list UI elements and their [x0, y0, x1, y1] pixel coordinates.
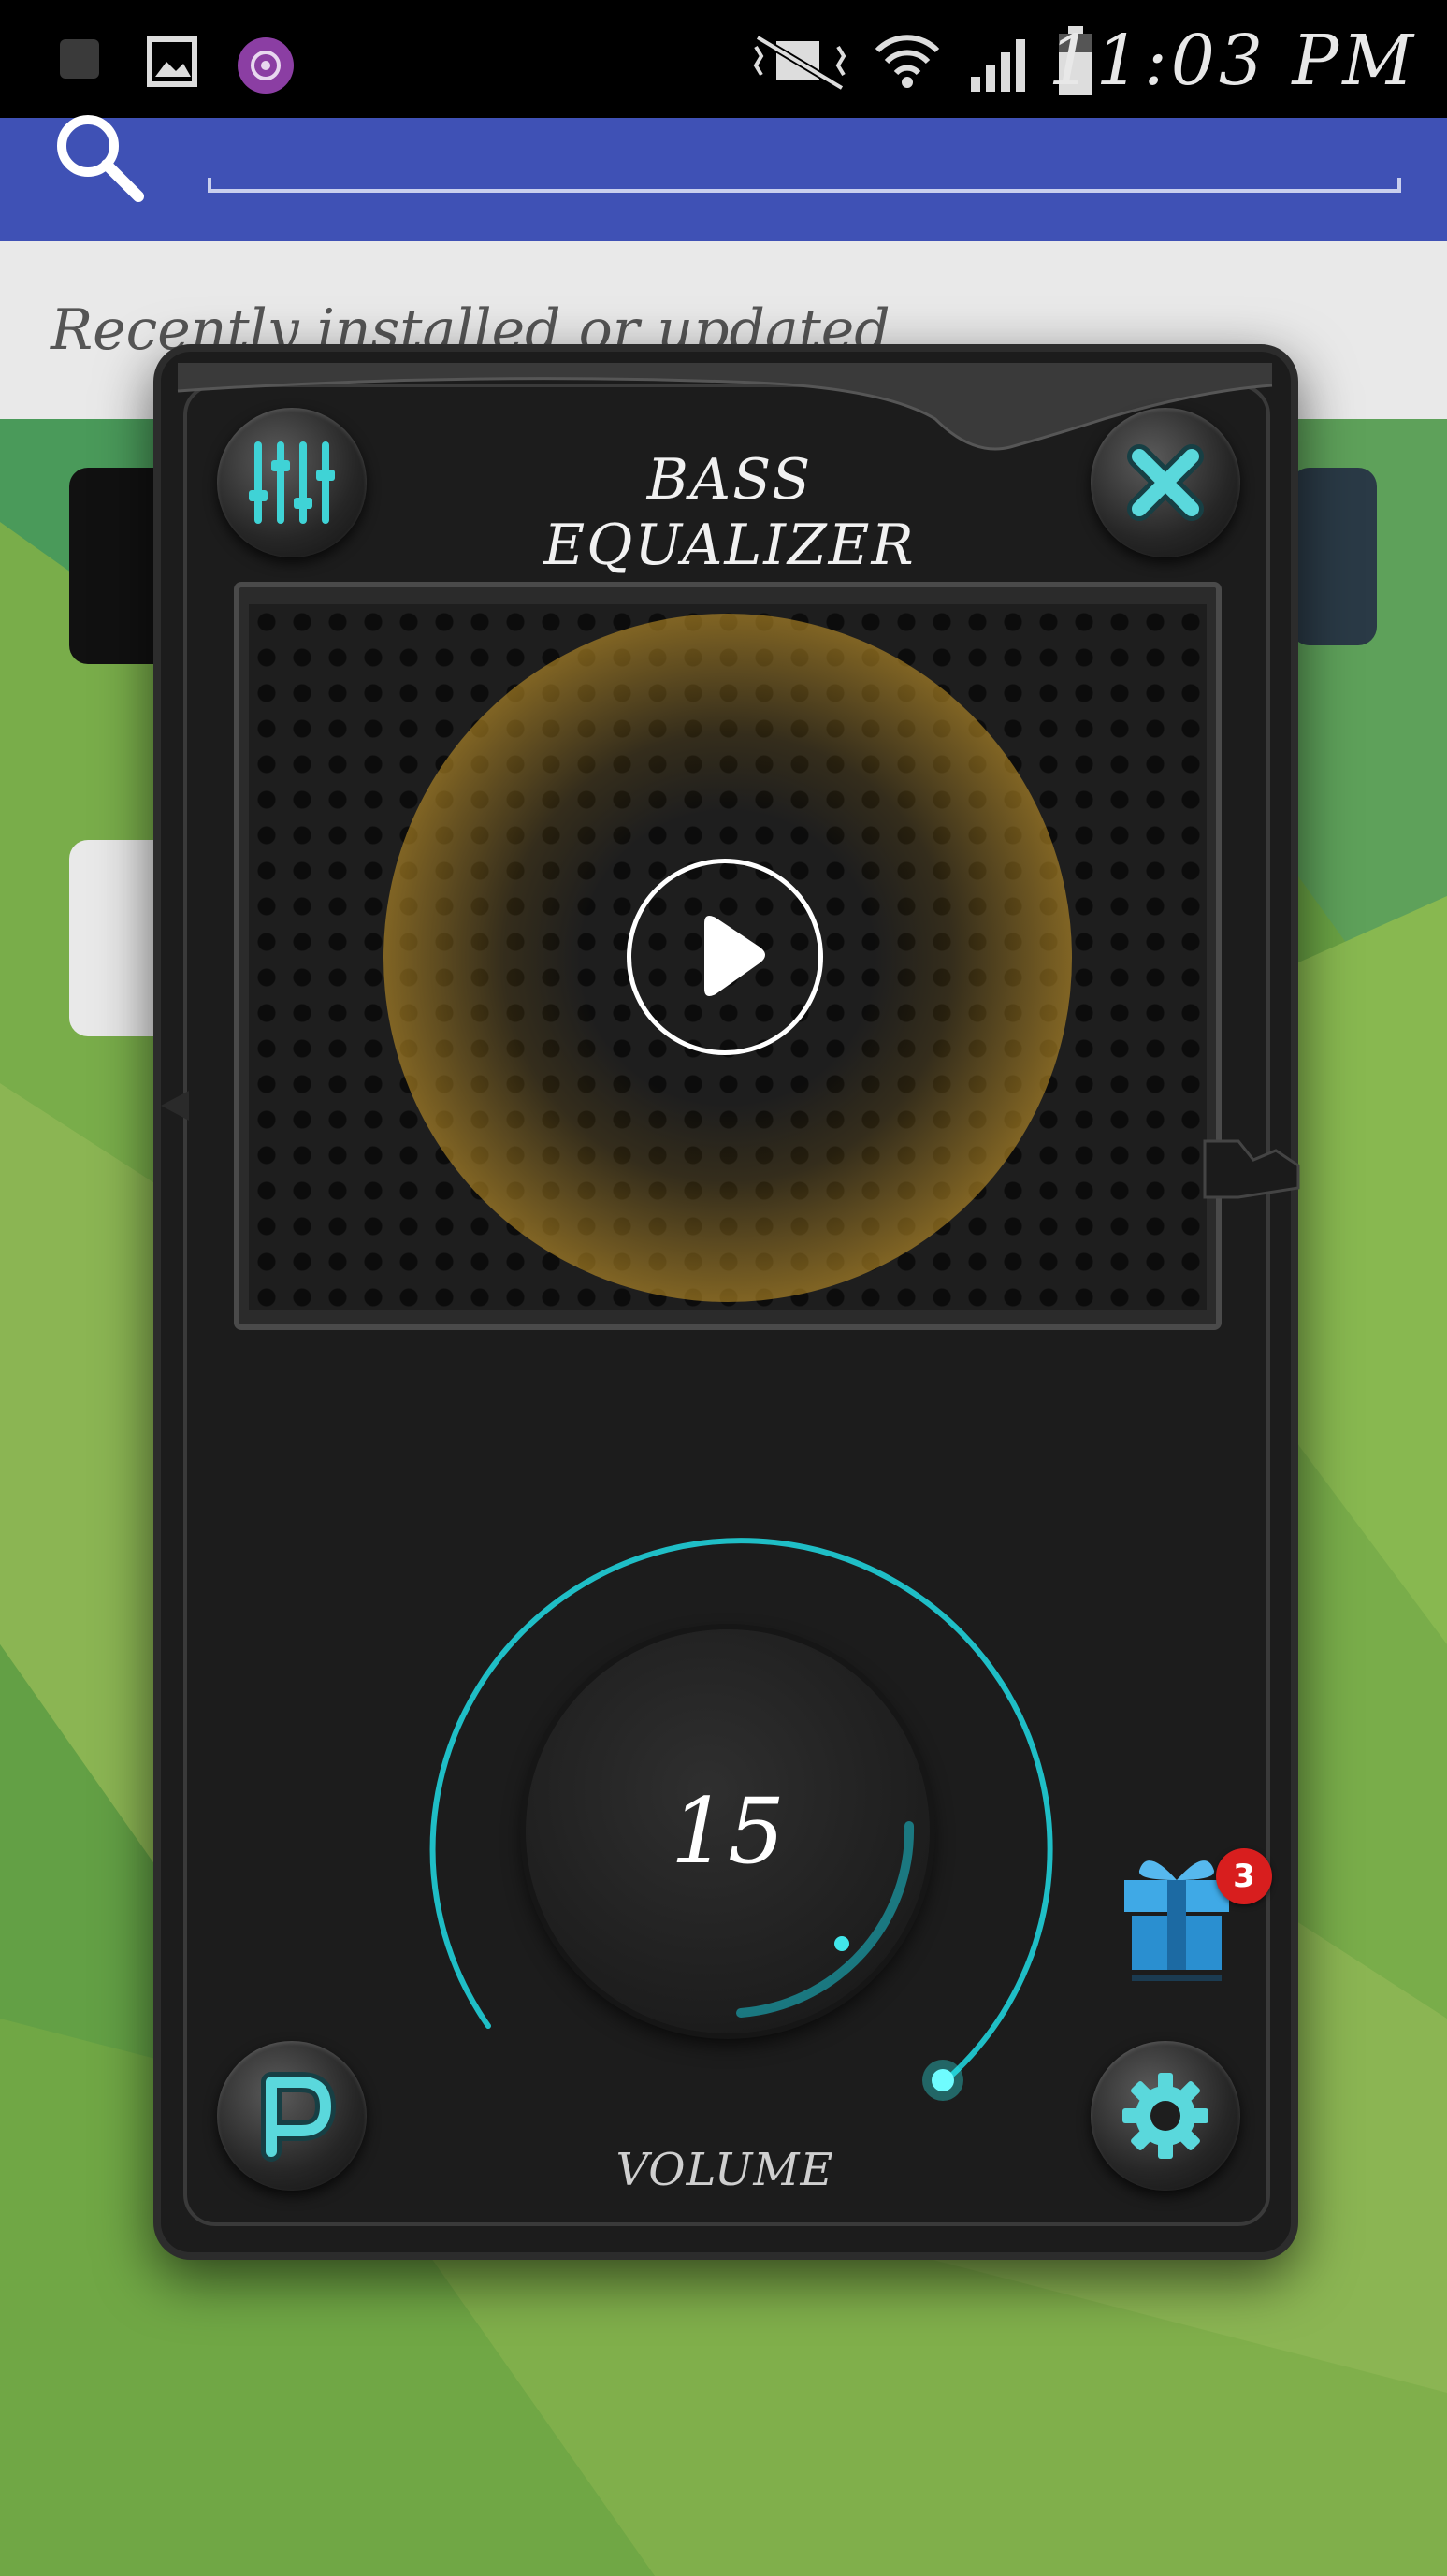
close-button[interactable]	[1091, 408, 1240, 557]
status-bar: 11:03 PM	[0, 0, 1447, 118]
app-title: BASS EQUALIZER	[543, 447, 916, 578]
volume-label: VOLUME	[615, 2144, 834, 2196]
image-icon	[147, 36, 197, 87]
wifi-icon	[875, 35, 940, 88]
status-time: 11:03 PM	[1048, 21, 1417, 101]
play-button[interactable]	[627, 859, 823, 1055]
notification-icon	[60, 39, 99, 79]
preset-p-icon	[261, 2072, 336, 2162]
close-icon	[1127, 444, 1204, 521]
gift-badge: 3	[1216, 1848, 1272, 1904]
music-disc-icon	[238, 37, 294, 94]
volume-value: 15	[670, 1779, 786, 1884]
gear-icon	[1122, 2073, 1208, 2159]
equalizer-settings-button[interactable]	[217, 408, 367, 557]
settings-button[interactable]	[1091, 2041, 1240, 2191]
app-icon-right[interactable]	[1291, 468, 1377, 645]
panel-right-handle[interactable]	[1201, 1132, 1304, 1207]
signal-icon	[971, 39, 1025, 92]
search-app-bar	[0, 115, 1447, 241]
search-icon[interactable]	[49, 109, 152, 211]
vibrate-mute-icon	[753, 34, 846, 92]
panel-left-notch	[161, 1091, 189, 1121]
search-input[interactable]	[208, 178, 1401, 193]
play-icon	[704, 916, 765, 996]
equalizer-sliders-icon	[249, 441, 335, 524]
preset-button[interactable]	[217, 2041, 367, 2191]
